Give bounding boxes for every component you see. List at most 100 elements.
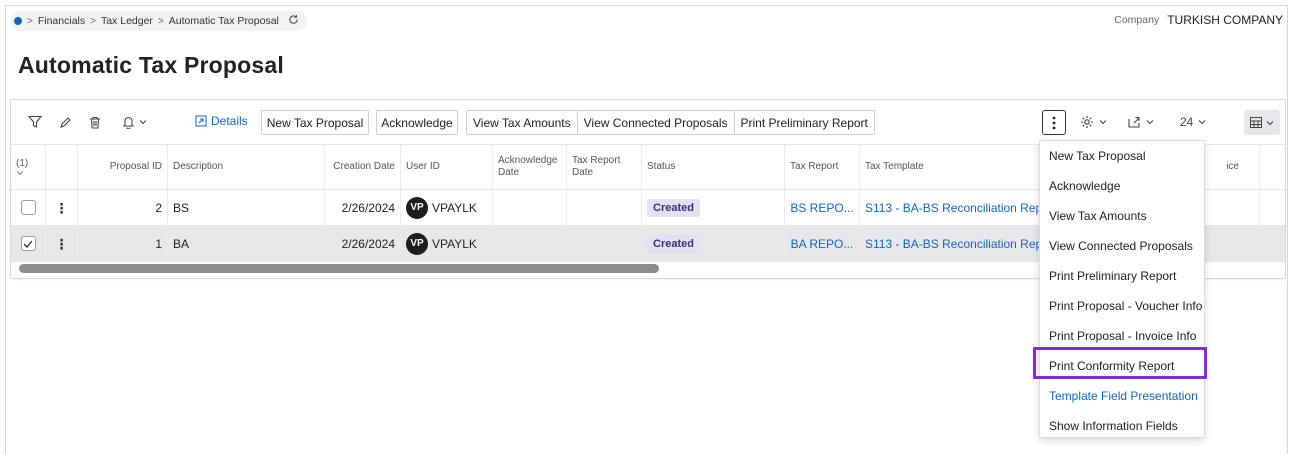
status-badge: Created	[647, 198, 700, 217]
cell-creation-date: 2/26/2024	[325, 226, 401, 261]
open-external-icon	[195, 115, 207, 127]
breadcrumb-item-financials[interactable]: Financials	[38, 15, 85, 27]
header-proposal-id-label: Proposal ID	[109, 161, 162, 172]
row-checkbox[interactable]	[11, 226, 46, 261]
chevron-down-icon	[139, 120, 146, 125]
chevron-down-icon	[1146, 120, 1154, 125]
menu-item-print-preliminary-report[interactable]: Print Preliminary Report	[1040, 261, 1204, 291]
notification-bell-icon[interactable]	[115, 112, 153, 132]
acknowledge-button[interactable]: Acknowledge	[376, 110, 458, 135]
chevron-down-icon	[1198, 120, 1206, 125]
print-preliminary-report-button[interactable]: Print Preliminary Report	[735, 111, 874, 134]
breadcrumb-separator: >	[90, 15, 96, 27]
menu-item-view-tax-amounts[interactable]: View Tax Amounts	[1040, 201, 1204, 231]
row-checkbox[interactable]	[11, 190, 46, 225]
view-connected-proposals-button[interactable]: View Connected Proposals	[578, 111, 735, 134]
table-grid-icon	[1250, 117, 1262, 128]
filter-icon[interactable]	[25, 112, 45, 132]
cell-tax-report: BS REPO...	[785, 190, 860, 225]
more-actions-menu: New Tax Proposal Acknowledge View Tax Am…	[1039, 140, 1205, 438]
details-link[interactable]: Details	[195, 114, 248, 128]
header-tax-report[interactable]: Tax Report	[785, 145, 860, 189]
tax-report-link[interactable]: BA REPO...	[791, 237, 854, 251]
page-size-select[interactable]: 24	[1180, 112, 1206, 132]
menu-item-new-tax-proposal[interactable]: New Tax Proposal	[1040, 141, 1204, 171]
cell-creation-date: 2/26/2024	[325, 190, 401, 225]
cell-description: BS	[168, 190, 325, 225]
avatar: VP	[406, 232, 428, 255]
horizontal-scrollbar[interactable]	[19, 264, 659, 273]
menu-item-show-information-fields[interactable]: Show Information Fields	[1040, 411, 1204, 441]
menu-item-print-proposal-invoice-info[interactable]: Print Proposal - Invoice Info	[1040, 321, 1204, 351]
view-tax-amounts-button[interactable]: View Tax Amounts	[467, 111, 578, 134]
breadcrumb: > Financials > Tax Ledger > Automatic Ta…	[10, 11, 307, 31]
checkbox-checked[interactable]	[20, 236, 36, 251]
breadcrumb-separator: >	[27, 15, 33, 27]
export-icon	[1128, 116, 1140, 128]
kebab-menu-icon	[1052, 116, 1056, 129]
cell-user-id: VP VPAYLK	[401, 190, 493, 225]
chevron-down-icon	[16, 171, 24, 176]
cell-user-id: VP VPAYLK	[401, 226, 493, 261]
breadcrumb-separator: >	[157, 15, 164, 27]
cell-acknowledge-date	[493, 190, 567, 225]
row-kebab-icon[interactable]: ⋮	[46, 226, 78, 261]
checkbox-unchecked[interactable]	[20, 200, 36, 215]
menu-item-view-connected-proposals[interactable]: View Connected Proposals	[1040, 231, 1204, 261]
row-actions-header	[46, 145, 78, 189]
action-button-group: View Tax Amounts View Connected Proposal…	[466, 110, 875, 135]
edit-pencil-icon[interactable]	[55, 112, 75, 132]
company-label: Company	[1114, 14, 1160, 26]
menu-item-template-field-presentation[interactable]: Template Field Presentation	[1040, 381, 1204, 411]
new-tax-proposal-button[interactable]: New Tax Proposal	[261, 110, 369, 135]
home-dot-icon[interactable]	[14, 17, 22, 25]
menu-item-print-proposal-voucher-info[interactable]: Print Proposal - Voucher Info	[1040, 291, 1204, 321]
select-all-header[interactable]: (1)	[11, 145, 46, 189]
settings-dropdown[interactable]	[1080, 112, 1107, 132]
delete-trash-icon[interactable]	[85, 112, 105, 132]
refresh-icon[interactable]	[288, 14, 299, 28]
view-mode-toggle[interactable]	[1244, 110, 1280, 135]
cell-tax-report-date	[567, 190, 642, 225]
breadcrumb-item-current: Automatic Tax Proposal	[168, 15, 279, 27]
menu-item-print-conformity-report[interactable]: Print Conformity Report	[1040, 351, 1204, 381]
page-title: Automatic Tax Proposal	[18, 52, 284, 78]
chevron-down-icon	[1099, 120, 1107, 125]
status-badge: Created	[647, 234, 700, 253]
header-user-id[interactable]: User ID	[401, 145, 493, 189]
chevron-down-icon	[1266, 120, 1274, 125]
cell-status: Created	[642, 226, 785, 261]
header-acknowledge-date[interactable]: Acknowledge Date	[493, 145, 567, 189]
details-label: Details	[211, 114, 248, 128]
cell-description: BA	[168, 226, 325, 261]
user-id-text: VPAYLK	[432, 200, 477, 215]
cell-status: Created	[642, 190, 785, 225]
tax-template-link[interactable]: S113 - BA-BS Reconciliation Report	[865, 237, 1056, 251]
menu-item-acknowledge[interactable]: Acknowledge	[1040, 171, 1204, 201]
cell-proposal-id: 2	[78, 190, 168, 225]
gear-icon	[1081, 116, 1093, 128]
row-kebab-icon[interactable]: ⋮	[46, 190, 78, 225]
cell-tax-report-date	[567, 226, 642, 261]
company-value[interactable]: TURKISH COMPANY	[1167, 13, 1283, 27]
header-description[interactable]: Description	[168, 145, 325, 189]
page-size-value: 24	[1180, 115, 1194, 129]
header-proposal-id[interactable]: Proposal ID	[78, 145, 168, 189]
header-creation-date[interactable]: Creation Date	[325, 145, 401, 189]
tax-report-link[interactable]: BS REPO...	[790, 201, 853, 215]
header-status[interactable]: Status	[642, 145, 785, 189]
user-id-text: VPAYLK	[432, 236, 477, 251]
avatar: VP	[406, 196, 428, 219]
cell-tax-report: BA REPO...	[785, 226, 860, 261]
more-actions-button[interactable]	[1042, 110, 1066, 135]
tax-template-link[interactable]: S113 - BA-BS Reconciliation Report	[865, 201, 1056, 215]
command-toolbar: Details New Tax Proposal Acknowledge Vie…	[11, 100, 1285, 144]
company-indicator[interactable]: Company TURKISH COMPANY	[1114, 13, 1283, 27]
breadcrumb-item-tax-ledger[interactable]: Tax Ledger	[101, 15, 153, 27]
cell-proposal-id: 1	[78, 226, 168, 261]
selection-count: (1)	[16, 158, 29, 169]
checkmark-icon	[23, 240, 33, 248]
header-tax-report-date[interactable]: Tax Report Date	[567, 145, 642, 189]
cell-acknowledge-date	[493, 226, 567, 261]
export-dropdown[interactable]	[1127, 112, 1154, 132]
